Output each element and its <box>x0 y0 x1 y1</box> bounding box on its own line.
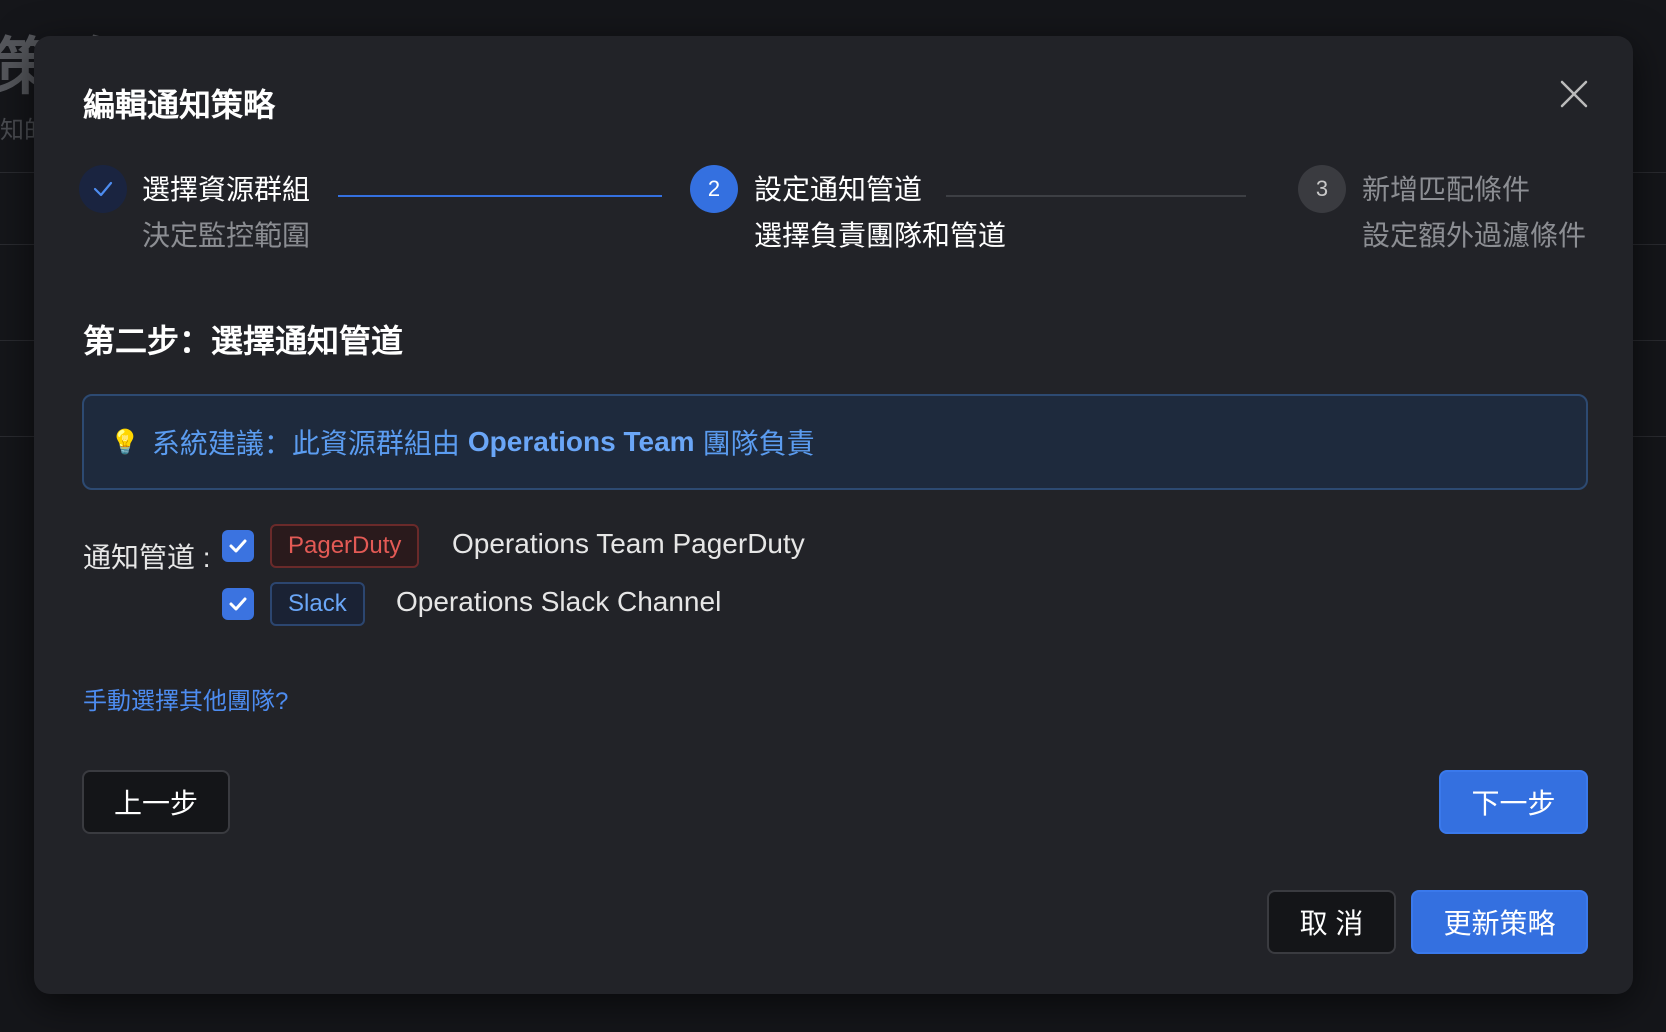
step-connector <box>338 195 662 197</box>
edit-policy-dialog: 編輯通知策略 選擇資源群組 決定監控範圍 2 設定通知管道 選擇負責團隊和管道 … <box>34 36 1633 994</box>
close-button[interactable] <box>1556 76 1592 112</box>
step-3-indicator: 3 <box>1298 165 1346 213</box>
step-2-indicator: 2 <box>690 165 738 213</box>
next-step-button[interactable]: 下一步 <box>1439 770 1588 834</box>
channels-label: 通知管道 : <box>83 542 211 573</box>
pagerduty-channel-name: Operations Team PagerDuty <box>452 528 805 559</box>
cancel-button[interactable]: 取 消 <box>1267 890 1396 954</box>
suggestion-suffix: 團隊負責 <box>702 428 815 459</box>
pagerduty-checkbox[interactable] <box>222 530 254 562</box>
suggestion-prefix: 系統建議：此資源群組由 <box>151 428 460 459</box>
slack-channel-name: Operations Slack Channel <box>396 586 722 617</box>
pagerduty-tag: PagerDuty <box>270 524 420 568</box>
manual-select-team-link[interactable]: 手動選擇其他團隊? <box>83 681 288 716</box>
slack-tag: Slack <box>270 582 365 626</box>
check-icon <box>229 597 247 611</box>
lightbulb-icon: 💡 <box>110 428 140 456</box>
update-policy-button[interactable]: 更新策略 <box>1411 890 1588 954</box>
step-1-description: 決定監控範圍 <box>142 220 311 251</box>
check-icon <box>229 539 247 553</box>
previous-step-button[interactable]: 上一步 <box>82 770 230 834</box>
step-1-indicator <box>79 165 127 213</box>
dialog-title: 編輯通知策略 <box>83 87 276 123</box>
checkmark-icon <box>93 181 113 197</box>
step-3-description: 設定額外過濾條件 <box>1362 220 1587 251</box>
step-3-title: 新增匹配條件 <box>1362 174 1531 205</box>
slack-checkbox[interactable] <box>222 588 254 620</box>
step-connector <box>946 195 1246 197</box>
step-2-title: 設定通知管道 <box>754 174 923 205</box>
close-icon <box>1560 80 1588 108</box>
section-title: 第二步：選擇通知管道 <box>83 323 404 359</box>
step-2-description: 選擇負責團隊和管道 <box>754 220 1007 251</box>
step-1-title: 選擇資源群組 <box>142 174 311 205</box>
suggestion-team: Operations Team <box>467 426 695 457</box>
suggestion-alert: 💡 系統建議：此資源群組由 Operations Team 團隊負責 <box>82 394 1588 490</box>
